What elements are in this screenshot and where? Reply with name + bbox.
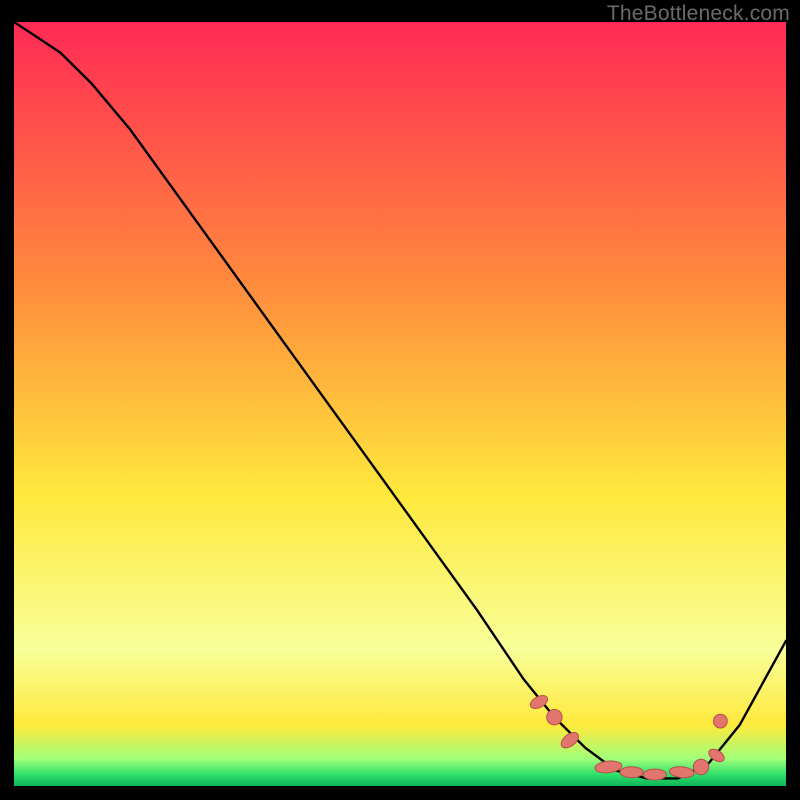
watermark-text: TheBottleneck.com — [607, 2, 790, 26]
curve-marker — [547, 710, 562, 725]
curve-marker — [643, 769, 666, 780]
curve-marker — [693, 759, 708, 774]
curve-marker — [714, 714, 728, 728]
curve-marker — [620, 767, 643, 778]
gradient-background — [14, 22, 786, 786]
bottleneck-chart — [14, 22, 786, 786]
plot-area — [14, 22, 786, 786]
